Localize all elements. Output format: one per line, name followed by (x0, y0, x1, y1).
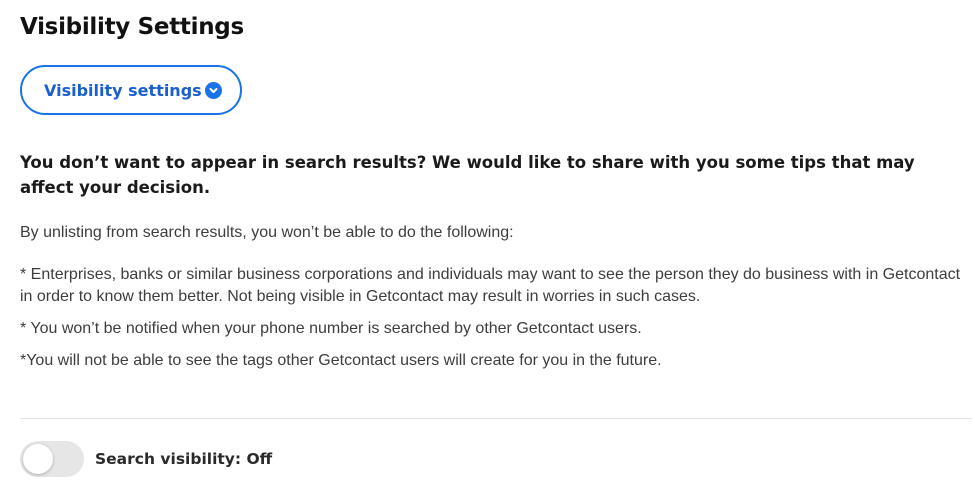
page-title: Visibility Settings (20, 14, 244, 40)
headline: You don’t want to appear in search resul… (20, 153, 915, 197)
search-visibility-row: Search visibility: Off (20, 441, 272, 477)
tips-list: * Enterprises, banks or similar business… (20, 264, 970, 382)
tip-item: *You will not be able to see the tags ot… (20, 352, 662, 369)
chevron-down-icon (205, 82, 222, 99)
tip-item: * You won’t be notified when your phone … (20, 320, 642, 337)
search-visibility-toggle[interactable] (20, 441, 84, 477)
search-visibility-label: Search visibility: Off (95, 450, 273, 468)
intro-text: By unlisting from search results, you wo… (20, 224, 514, 241)
visibility-settings-dropdown[interactable]: Visibility settings (20, 65, 242, 115)
divider (20, 418, 972, 419)
tip-item: * Enterprises, banks or similar business… (20, 266, 961, 305)
toggle-knob (23, 444, 53, 474)
dropdown-label: Visibility settings (44, 80, 202, 100)
